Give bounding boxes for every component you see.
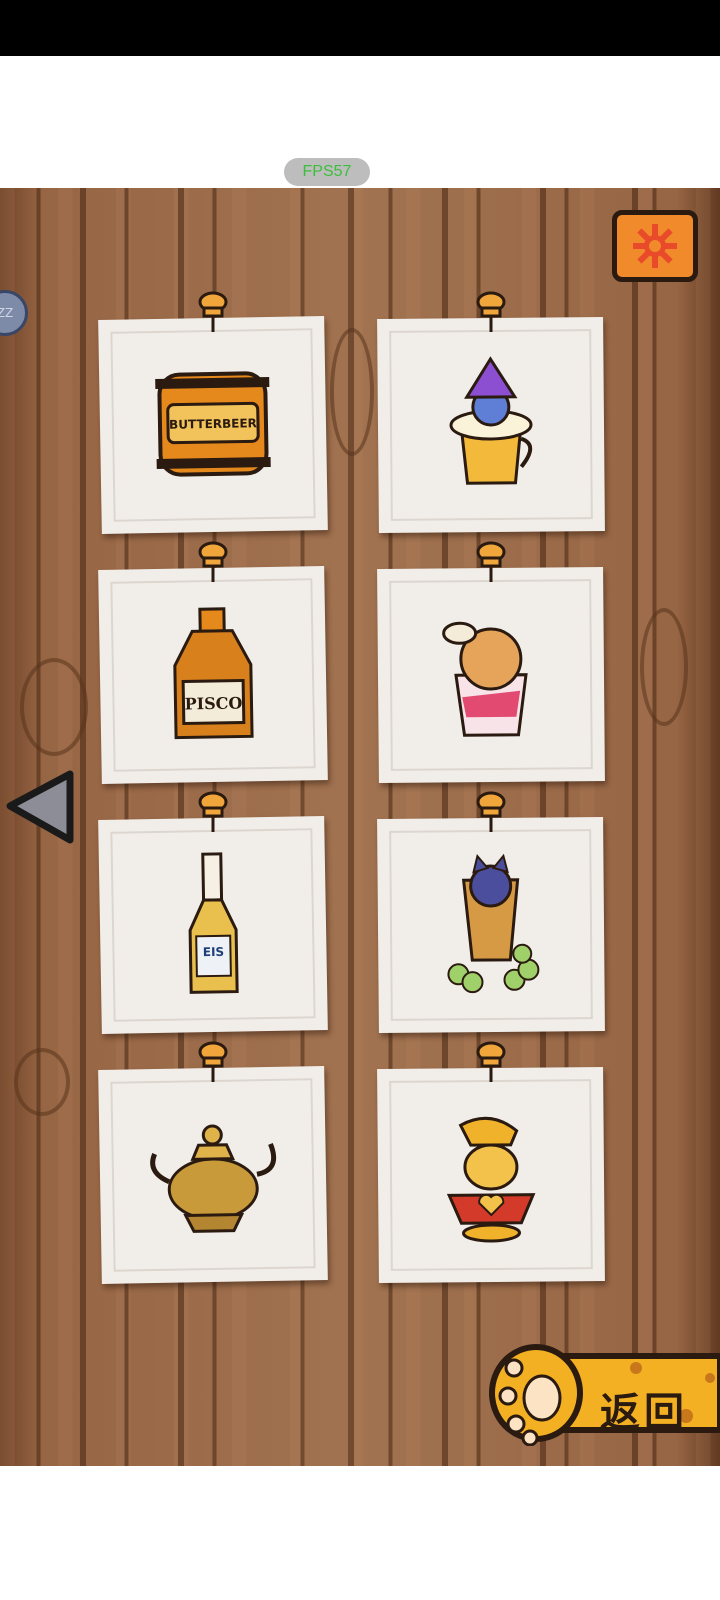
cat-glass-icon (447, 853, 540, 994)
butterbeer-label: BUTTERBEER (169, 416, 257, 432)
fps-counter: FPS57 (284, 158, 370, 186)
bottle-icon: PISCO (173, 607, 254, 740)
cat-lamp-icon (446, 1116, 536, 1243)
collection-card-cat-grape-glass[interactable] (377, 817, 605, 1033)
pin-icon (198, 1041, 228, 1082)
teapot-icon (150, 1124, 277, 1233)
tall-bottle-icon: EIS (188, 852, 239, 994)
status-bar (0, 0, 720, 56)
eis-label: EIS (203, 945, 225, 959)
gear-icon (633, 224, 677, 268)
collection-card-teapot[interactable] (98, 1066, 328, 1284)
pin-icon (476, 1041, 506, 1082)
collection-card-llama-cup[interactable] (377, 567, 605, 783)
pin-icon (198, 791, 228, 832)
barrel-icon: BUTTERBEER (155, 371, 271, 477)
pin-icon (476, 541, 506, 582)
collection-card-cat-lamp[interactable] (377, 1067, 605, 1283)
previous-page-arrow-icon[interactable] (4, 768, 76, 846)
pisco-label: PISCO (184, 693, 242, 713)
collection-card-eis[interactable]: EIS (98, 816, 328, 1034)
llama-drink-icon (442, 621, 528, 737)
pin-icon (198, 541, 228, 582)
settings-button[interactable] (612, 210, 698, 282)
pin-icon (198, 291, 228, 332)
collection-card-butterbeer[interactable]: BUTTERBEER (98, 316, 328, 534)
collection-card-pisco[interactable]: PISCO (98, 566, 328, 784)
pin-icon (476, 791, 506, 832)
wizard-cat-mug-icon (449, 356, 533, 485)
side-float-label: ZZ (0, 306, 14, 320)
pin-icon (476, 291, 506, 332)
collection-card-wizard-cat-cup[interactable] (377, 317, 605, 533)
back-button-label: 返回 (600, 1390, 688, 1436)
